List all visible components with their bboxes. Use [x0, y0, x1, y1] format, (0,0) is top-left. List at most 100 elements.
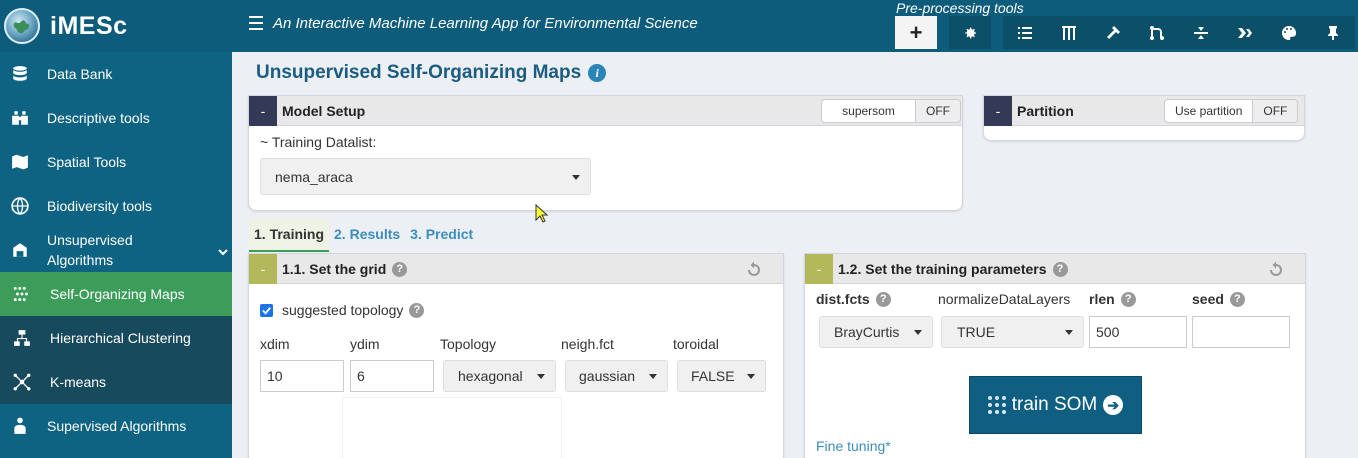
- compress-icon: [1194, 26, 1208, 39]
- xdim-input[interactable]: 10: [260, 360, 344, 392]
- palette-tool-button[interactable]: [1267, 16, 1311, 49]
- help-icon[interactable]: ?: [1229, 291, 1245, 307]
- mouse-cursor-icon: [535, 204, 549, 223]
- page-title: Unsupervised Self-Organizing Maps i: [256, 62, 607, 84]
- partition-toggle[interactable]: Use partition OFF: [1164, 99, 1299, 123]
- supervised-icon: [10, 416, 30, 436]
- select-value: TRUE: [957, 324, 996, 340]
- tab-training[interactable]: 1. Training: [249, 218, 330, 252]
- grid-dots-icon: [12, 284, 32, 304]
- suggested-topology-text: suggested topology: [282, 302, 404, 318]
- info-icon[interactable]: i: [588, 64, 607, 82]
- ydim-input[interactable]: 6: [350, 360, 434, 392]
- training-parameters-title-text: 1.2. Set the training parameters: [838, 261, 1047, 277]
- rlen-label: rlen ?: [1089, 291, 1136, 307]
- toggle-on-label: supersom: [842, 104, 895, 118]
- collapse-button[interactable]: -: [984, 96, 1012, 126]
- suggested-topology-checkbox[interactable]: [260, 304, 273, 317]
- reset-icon[interactable]: [745, 261, 763, 279]
- train-som-button[interactable]: train SOM ➔: [969, 376, 1142, 434]
- git-merge-icon: [1150, 25, 1164, 40]
- sidebar-item-descriptive-tools[interactable]: Descriptive tools: [0, 96, 232, 140]
- training-parameters-title: 1.2. Set the training parameters ?: [838, 261, 1068, 277]
- topology-preview: [342, 397, 562, 458]
- dist-fcts-text: dist.fcts: [816, 291, 870, 307]
- logo[interactable]: iMESc: [0, 0, 232, 52]
- reset-icon[interactable]: [1267, 261, 1285, 279]
- seed-label: seed ?: [1192, 291, 1245, 307]
- globe-icon: [10, 196, 30, 216]
- fine-tuning-link[interactable]: Fine tuning*: [816, 438, 891, 454]
- collapse-button[interactable]: -: [249, 96, 277, 126]
- grid-box-title: 1.1. Set the grid ?: [282, 261, 408, 277]
- sidebar-toggle-icon[interactable]: [249, 16, 263, 32]
- route-tool-button[interactable]: [1223, 16, 1267, 49]
- hammer-tool-button[interactable]: [1091, 16, 1135, 49]
- toggle-on-label: Use partition: [1175, 104, 1243, 118]
- sidebar-item-unsupervised-algorithms[interactable]: Unsupervised Algorithms: [0, 228, 232, 272]
- model-setup-title: Model Setup: [282, 103, 366, 119]
- caret-down-icon: [537, 374, 545, 379]
- dist-fcts-select[interactable]: BrayCurtis: [819, 316, 933, 348]
- partition-box: - Partition Use partition OFF: [983, 95, 1305, 141]
- select-value: hexagonal: [458, 368, 523, 384]
- rlen-input[interactable]: 500: [1089, 316, 1187, 348]
- supersom-toggle[interactable]: supersom OFF: [821, 99, 961, 123]
- sidebar-item-label: Descriptive tools: [47, 110, 150, 126]
- tab-predict[interactable]: 3. Predict: [405, 218, 478, 252]
- sidebar-item-label: Data Bank: [47, 66, 113, 82]
- toroidal-select[interactable]: FALSE: [677, 360, 766, 392]
- toggle-off-label: OFF: [1252, 100, 1298, 122]
- thumbtack-icon: [1328, 25, 1338, 40]
- grid-box-header: - 1.1. Set the grid ?: [249, 254, 783, 284]
- binoculars-icon: [10, 108, 30, 128]
- app-title: An Interactive Machine Learning App for …: [273, 15, 698, 32]
- help-icon[interactable]: ?: [409, 302, 425, 318]
- training-datalist-select[interactable]: nema_araca: [260, 158, 591, 195]
- neigh-fct-select[interactable]: gaussian: [565, 360, 668, 392]
- caret-down-icon: [914, 330, 922, 335]
- app-name: iMESc: [50, 11, 128, 40]
- sidebar-item-label: Hierarchical Clustering: [50, 330, 191, 346]
- dist-fcts-label: dist.fcts ?: [816, 291, 891, 307]
- page-title-text: Unsupervised Self-Organizing Maps: [256, 62, 582, 83]
- tab-results[interactable]: 2. Results: [329, 218, 405, 252]
- sidebar-item-label: Biodiversity tools: [47, 198, 153, 214]
- normalize-select[interactable]: TRUE: [941, 316, 1084, 348]
- grid-dots-icon: [987, 396, 1006, 414]
- sidebar-item-supervised-algorithms[interactable]: Supervised Algorithms: [0, 404, 232, 448]
- seed-input[interactable]: [1192, 316, 1290, 348]
- sidebar-item-label: Self-Organizing Maps: [50, 286, 185, 302]
- pin-tool-button[interactable]: [1311, 16, 1355, 49]
- split-tool-button[interactable]: [1179, 16, 1223, 49]
- sidebar-item-hierarchical-clustering[interactable]: Hierarchical Clustering: [0, 316, 232, 360]
- database-icon: [10, 64, 30, 84]
- help-icon[interactable]: ?: [875, 291, 891, 307]
- help-icon[interactable]: ?: [1052, 261, 1068, 277]
- sidebar-item-self-organizing-maps[interactable]: Self-Organizing Maps: [0, 272, 232, 316]
- topology-label: Topology: [440, 336, 497, 352]
- xdim-label: xdim: [260, 336, 290, 352]
- training-datalist-label: ~ Training Datalist:: [260, 134, 377, 150]
- sidebar-item-k-means[interactable]: K-means: [0, 360, 232, 404]
- rlen-text: rlen: [1089, 291, 1115, 307]
- sidebar-item-data-bank[interactable]: Data Bank: [0, 52, 232, 96]
- sidebar-item-label: K-means: [50, 374, 107, 390]
- seed-text: seed: [1192, 291, 1224, 307]
- collapse-button[interactable]: -: [805, 254, 833, 284]
- collapse-button[interactable]: -: [249, 254, 277, 284]
- columns-tool-button[interactable]: [1047, 16, 1091, 49]
- arrow-circle-right-icon: ➔: [1103, 395, 1124, 415]
- merge-tool-button[interactable]: [1135, 16, 1179, 49]
- tabs: 1. Training 2. Results 3. Predict: [249, 218, 478, 252]
- help-icon[interactable]: ?: [392, 261, 408, 277]
- list-tool-button[interactable]: [1003, 16, 1047, 49]
- select-value: BrayCurtis: [834, 324, 900, 340]
- training-parameters-header: - 1.2. Set the training parameters ?: [805, 254, 1305, 284]
- gear-button[interactable]: [949, 16, 991, 49]
- help-icon[interactable]: ?: [1120, 291, 1136, 307]
- sidebar-item-spatial-tools[interactable]: Spatial Tools: [0, 140, 232, 184]
- add-button[interactable]: +: [895, 16, 937, 49]
- sidebar-item-biodiversity-tools[interactable]: Biodiversity tools: [0, 184, 232, 228]
- topology-select[interactable]: hexagonal: [443, 360, 556, 392]
